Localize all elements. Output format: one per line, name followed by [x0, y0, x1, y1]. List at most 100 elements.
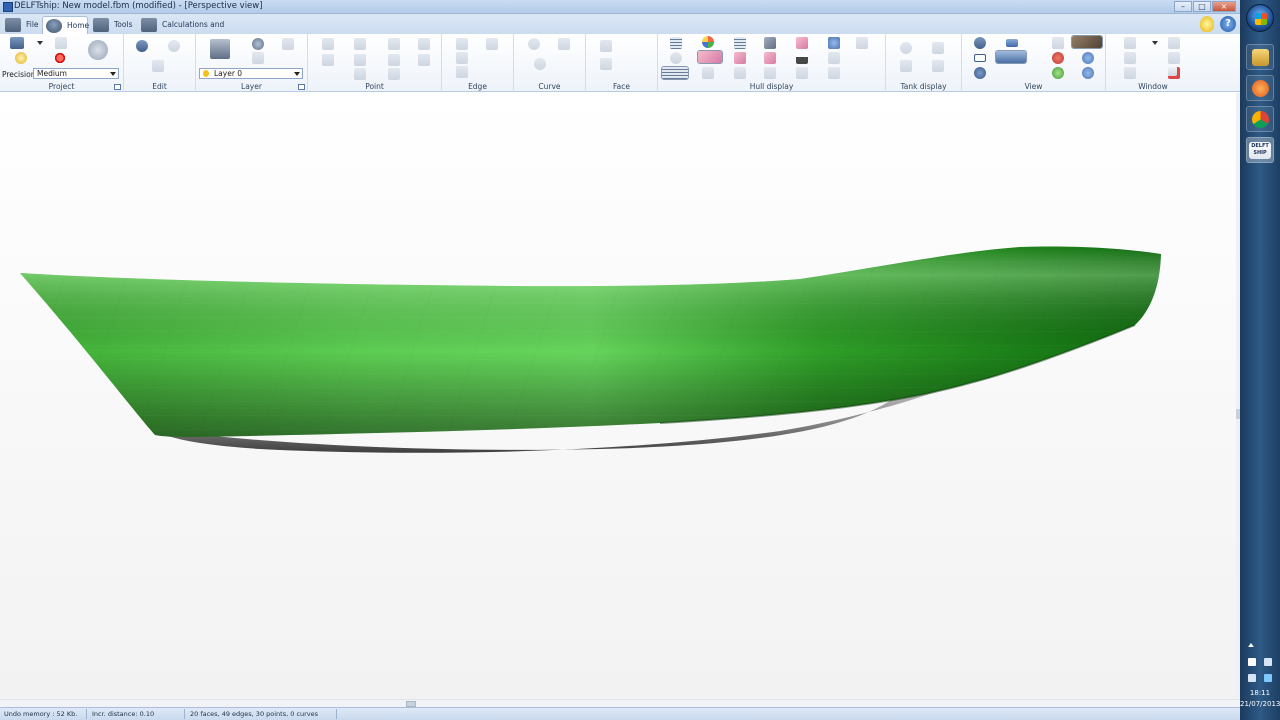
arrange-icons-icon[interactable]: [1168, 52, 1180, 64]
cascade-windows-icon[interactable]: [1124, 52, 1136, 64]
color-red-icon[interactable]: [1052, 52, 1064, 64]
layer-color-icon[interactable]: [252, 38, 264, 50]
stations-icon[interactable]: [697, 50, 723, 64]
extrude-point-icon[interactable]: [388, 68, 400, 80]
color-blue-2-icon[interactable]: [1082, 67, 1094, 79]
view-front-icon[interactable]: [1052, 37, 1064, 49]
color-green-icon[interactable]: [1052, 67, 1064, 79]
crease-edge-icon[interactable]: [486, 38, 498, 50]
taskbar-media-player[interactable]: [1246, 75, 1274, 101]
add-point-icon[interactable]: [322, 38, 334, 50]
lock-points-icon[interactable]: [354, 54, 366, 66]
collapse-point-icon[interactable]: [388, 38, 400, 50]
invert-face-icon[interactable]: [600, 58, 612, 70]
new-face-icon[interactable]: [600, 40, 612, 52]
close-button[interactable]: ×: [1212, 1, 1236, 12]
delete-layer-icon[interactable]: [282, 38, 294, 50]
stop-icon[interactable]: [54, 52, 66, 64]
show-hidden-icons-icon[interactable]: [1248, 642, 1254, 647]
zebra-icon[interactable]: [796, 37, 808, 49]
auto-group-icon[interactable]: [252, 52, 264, 64]
lightbulb-icon[interactable]: [15, 52, 27, 64]
control-net-icon[interactable]: [670, 37, 682, 49]
diagonals-icon[interactable]: [796, 52, 808, 64]
extrude-edge-icon[interactable]: [456, 66, 468, 78]
unlock-points-icon[interactable]: [388, 54, 400, 66]
surface-icon[interactable]: [796, 67, 808, 79]
shade-icon[interactable]: [764, 37, 776, 49]
insert-edge-icon[interactable]: [456, 52, 468, 64]
tab-file[interactable]: File: [2, 16, 40, 34]
taskbar-delftship[interactable]: DELFT SHIP: [1246, 137, 1274, 163]
interior-edges-icon[interactable]: [734, 37, 746, 49]
lightbulb-icon[interactable]: [1200, 16, 1214, 32]
flowlines-icon[interactable]: [702, 67, 714, 79]
view-plan-icon[interactable]: [1006, 39, 1018, 47]
hydrostatics-icon[interactable]: [856, 37, 868, 49]
normals-icon[interactable]: [670, 52, 682, 64]
new-curve-icon[interactable]: [528, 38, 540, 50]
buttocks-icon[interactable]: [734, 52, 746, 64]
perspective-viewport[interactable]: [0, 93, 1236, 699]
tab-tools[interactable]: Tools: [90, 16, 136, 34]
dialog-launcher-icon[interactable]: [114, 84, 121, 90]
restore-window-icon[interactable]: [1124, 67, 1136, 79]
view-body-icon[interactable]: [974, 37, 986, 49]
curvature-icon[interactable]: [702, 36, 714, 48]
maximize-button[interactable]: □: [1193, 1, 1211, 12]
bluetooth-icon[interactable]: [1264, 674, 1272, 682]
clock-time[interactable]: 18:11: [1240, 689, 1280, 697]
insert-plane-icon[interactable]: [322, 54, 334, 66]
settings-gear-icon[interactable]: [88, 40, 108, 60]
chevron-down-icon[interactable]: [1152, 41, 1158, 45]
taskbar-chrome[interactable]: [1246, 106, 1274, 132]
tab-calculations[interactable]: Calculations and extensions: [138, 16, 258, 47]
control-curves-icon[interactable]: [764, 67, 776, 79]
move-point-icon[interactable]: [354, 68, 366, 80]
help-icon[interactable]: ?: [1220, 16, 1236, 32]
markers-icon[interactable]: [828, 52, 840, 64]
dialog-launcher-icon[interactable]: [298, 84, 305, 90]
new-window-icon[interactable]: [1124, 37, 1136, 49]
developability-icon[interactable]: [828, 37, 840, 49]
close-window-icon[interactable]: [1168, 67, 1180, 79]
start-button[interactable]: [1246, 4, 1274, 32]
tank-names-icon[interactable]: [932, 60, 944, 72]
intersect-point-icon[interactable]: [418, 38, 430, 50]
background-icon[interactable]: [828, 67, 840, 79]
save-icon[interactable]: [10, 37, 24, 49]
clock-date[interactable]: 21/07/2013: [1240, 700, 1280, 708]
waterlines-icon[interactable]: [764, 52, 776, 64]
align-points-icon[interactable]: [354, 38, 366, 50]
minimize-button[interactable]: –: [1174, 1, 1192, 12]
tank-fill-icon[interactable]: [900, 60, 912, 72]
tank-edges-icon[interactable]: [932, 42, 944, 54]
curve-check-icon[interactable]: [534, 58, 546, 70]
layer-properties-icon[interactable]: [210, 39, 230, 59]
tile-windows-icon[interactable]: [1168, 37, 1180, 49]
horizontal-scrollbar[interactable]: [0, 699, 1240, 707]
precision-select[interactable]: Medium: [33, 68, 119, 79]
undo-icon[interactable]: [136, 40, 148, 52]
volume-icon[interactable]: [1248, 674, 1256, 682]
tab-home[interactable]: Home: [42, 16, 89, 34]
network-icon[interactable]: [1264, 658, 1272, 666]
curve-tool-icon[interactable]: [558, 38, 570, 50]
delete-icon[interactable]: [152, 60, 164, 72]
hydro-features-icon[interactable]: [734, 67, 746, 79]
layer-select[interactable]: Layer 0: [199, 68, 303, 79]
taskbar-explorer[interactable]: [1246, 44, 1274, 70]
new-icon[interactable]: [55, 37, 67, 49]
view-all-icon[interactable]: [995, 50, 1027, 64]
tank-shade-icon[interactable]: [900, 42, 912, 54]
color-blue-icon[interactable]: [1082, 52, 1094, 64]
project-point-icon[interactable]: [418, 54, 430, 66]
split-edge-icon[interactable]: [456, 38, 468, 50]
zoom-extents-icon[interactable]: [974, 67, 986, 79]
redo-icon[interactable]: [168, 40, 180, 52]
view-profile-icon[interactable]: [974, 54, 986, 62]
grid-icon[interactable]: [661, 66, 689, 80]
action-center-flag-icon[interactable]: [1248, 658, 1256, 666]
view-perspective-icon[interactable]: [1071, 35, 1103, 49]
app-icon[interactable]: [3, 2, 13, 12]
